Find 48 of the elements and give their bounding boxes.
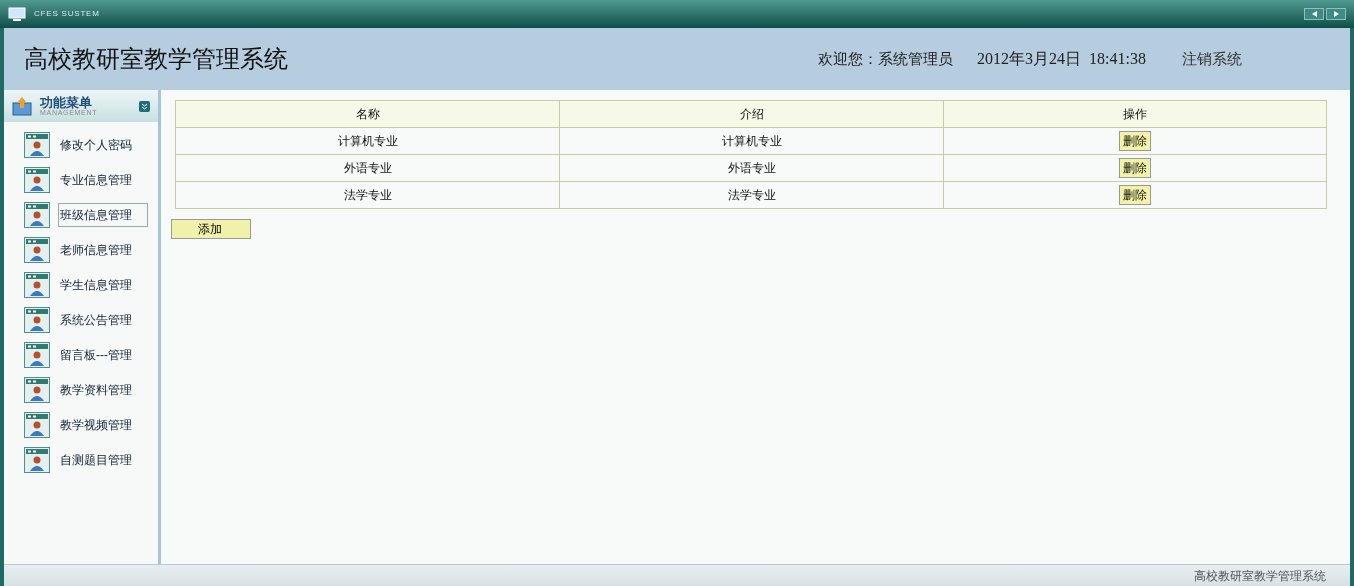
- menu-item[interactable]: 班级信息管理: [58, 203, 148, 227]
- user-card-icon: [24, 342, 50, 368]
- menu-item[interactable]: 系统公告管理: [58, 308, 134, 332]
- table-cell: 外语专业: [175, 154, 560, 182]
- user-card-icon: [24, 237, 50, 263]
- delete-button[interactable]: 删除: [1119, 185, 1151, 205]
- logout-link[interactable]: 注销系统: [1182, 47, 1242, 71]
- user-card-icon: [24, 272, 50, 298]
- next-button[interactable]: [1326, 8, 1346, 20]
- menu-item[interactable]: 留言板---管理: [58, 343, 134, 367]
- welcome-text: 欢迎您：系统管理员: [818, 48, 954, 69]
- menu-box-icon: [12, 96, 32, 116]
- menu-item[interactable]: 老师信息管理: [58, 238, 134, 262]
- table-cell: 法学专业: [559, 181, 944, 209]
- window-title: CFES SUSTEM: [34, 8, 100, 20]
- system-title: 高校教研室教学管理系统: [24, 44, 288, 75]
- date-time: 2012年3月24日 18:41:38: [977, 49, 1146, 69]
- column-header: 介绍: [559, 100, 944, 128]
- menu-item[interactable]: 专业信息管理: [58, 168, 134, 192]
- menu-title: 功能菜单: [40, 96, 93, 109]
- table-cell: 外语专业: [559, 154, 944, 182]
- menu-item[interactable]: 教学视频管理: [58, 413, 134, 437]
- collapse-button[interactable]: [139, 100, 150, 112]
- column-header: 操作: [943, 100, 1327, 128]
- table-cell: 计算机专业: [559, 127, 944, 155]
- user-card-icon: [24, 377, 50, 403]
- table-cell: 计算机专业: [175, 127, 560, 155]
- column-header: 名称: [175, 100, 560, 128]
- menu-item[interactable]: 自测题目管理: [58, 448, 134, 472]
- user-card-icon: [24, 412, 50, 438]
- menu-item[interactable]: 教学资料管理: [58, 378, 134, 402]
- user-card-icon: [24, 132, 50, 158]
- monitor-icon: [8, 7, 26, 21]
- delete-button[interactable]: 删除: [1119, 131, 1151, 151]
- menu-item[interactable]: 学生信息管理: [58, 273, 134, 297]
- add-button[interactable]: 添加: [171, 219, 251, 239]
- table-cell: 法学专业: [175, 181, 560, 209]
- right-arrow-icon: [1333, 11, 1339, 17]
- delete-button[interactable]: 删除: [1119, 158, 1151, 178]
- double-chevron-icon: [141, 102, 148, 110]
- user-card-icon: [24, 202, 50, 228]
- status-text: 高校教研室教学管理系统: [1194, 567, 1326, 585]
- user-card-icon: [24, 167, 50, 193]
- menu-item[interactable]: 修改个人密码: [58, 133, 134, 157]
- previous-button[interactable]: [1304, 8, 1324, 20]
- user-card-icon: [24, 307, 50, 333]
- left-arrow-icon: [1311, 11, 1317, 17]
- user-card-icon: [24, 447, 50, 473]
